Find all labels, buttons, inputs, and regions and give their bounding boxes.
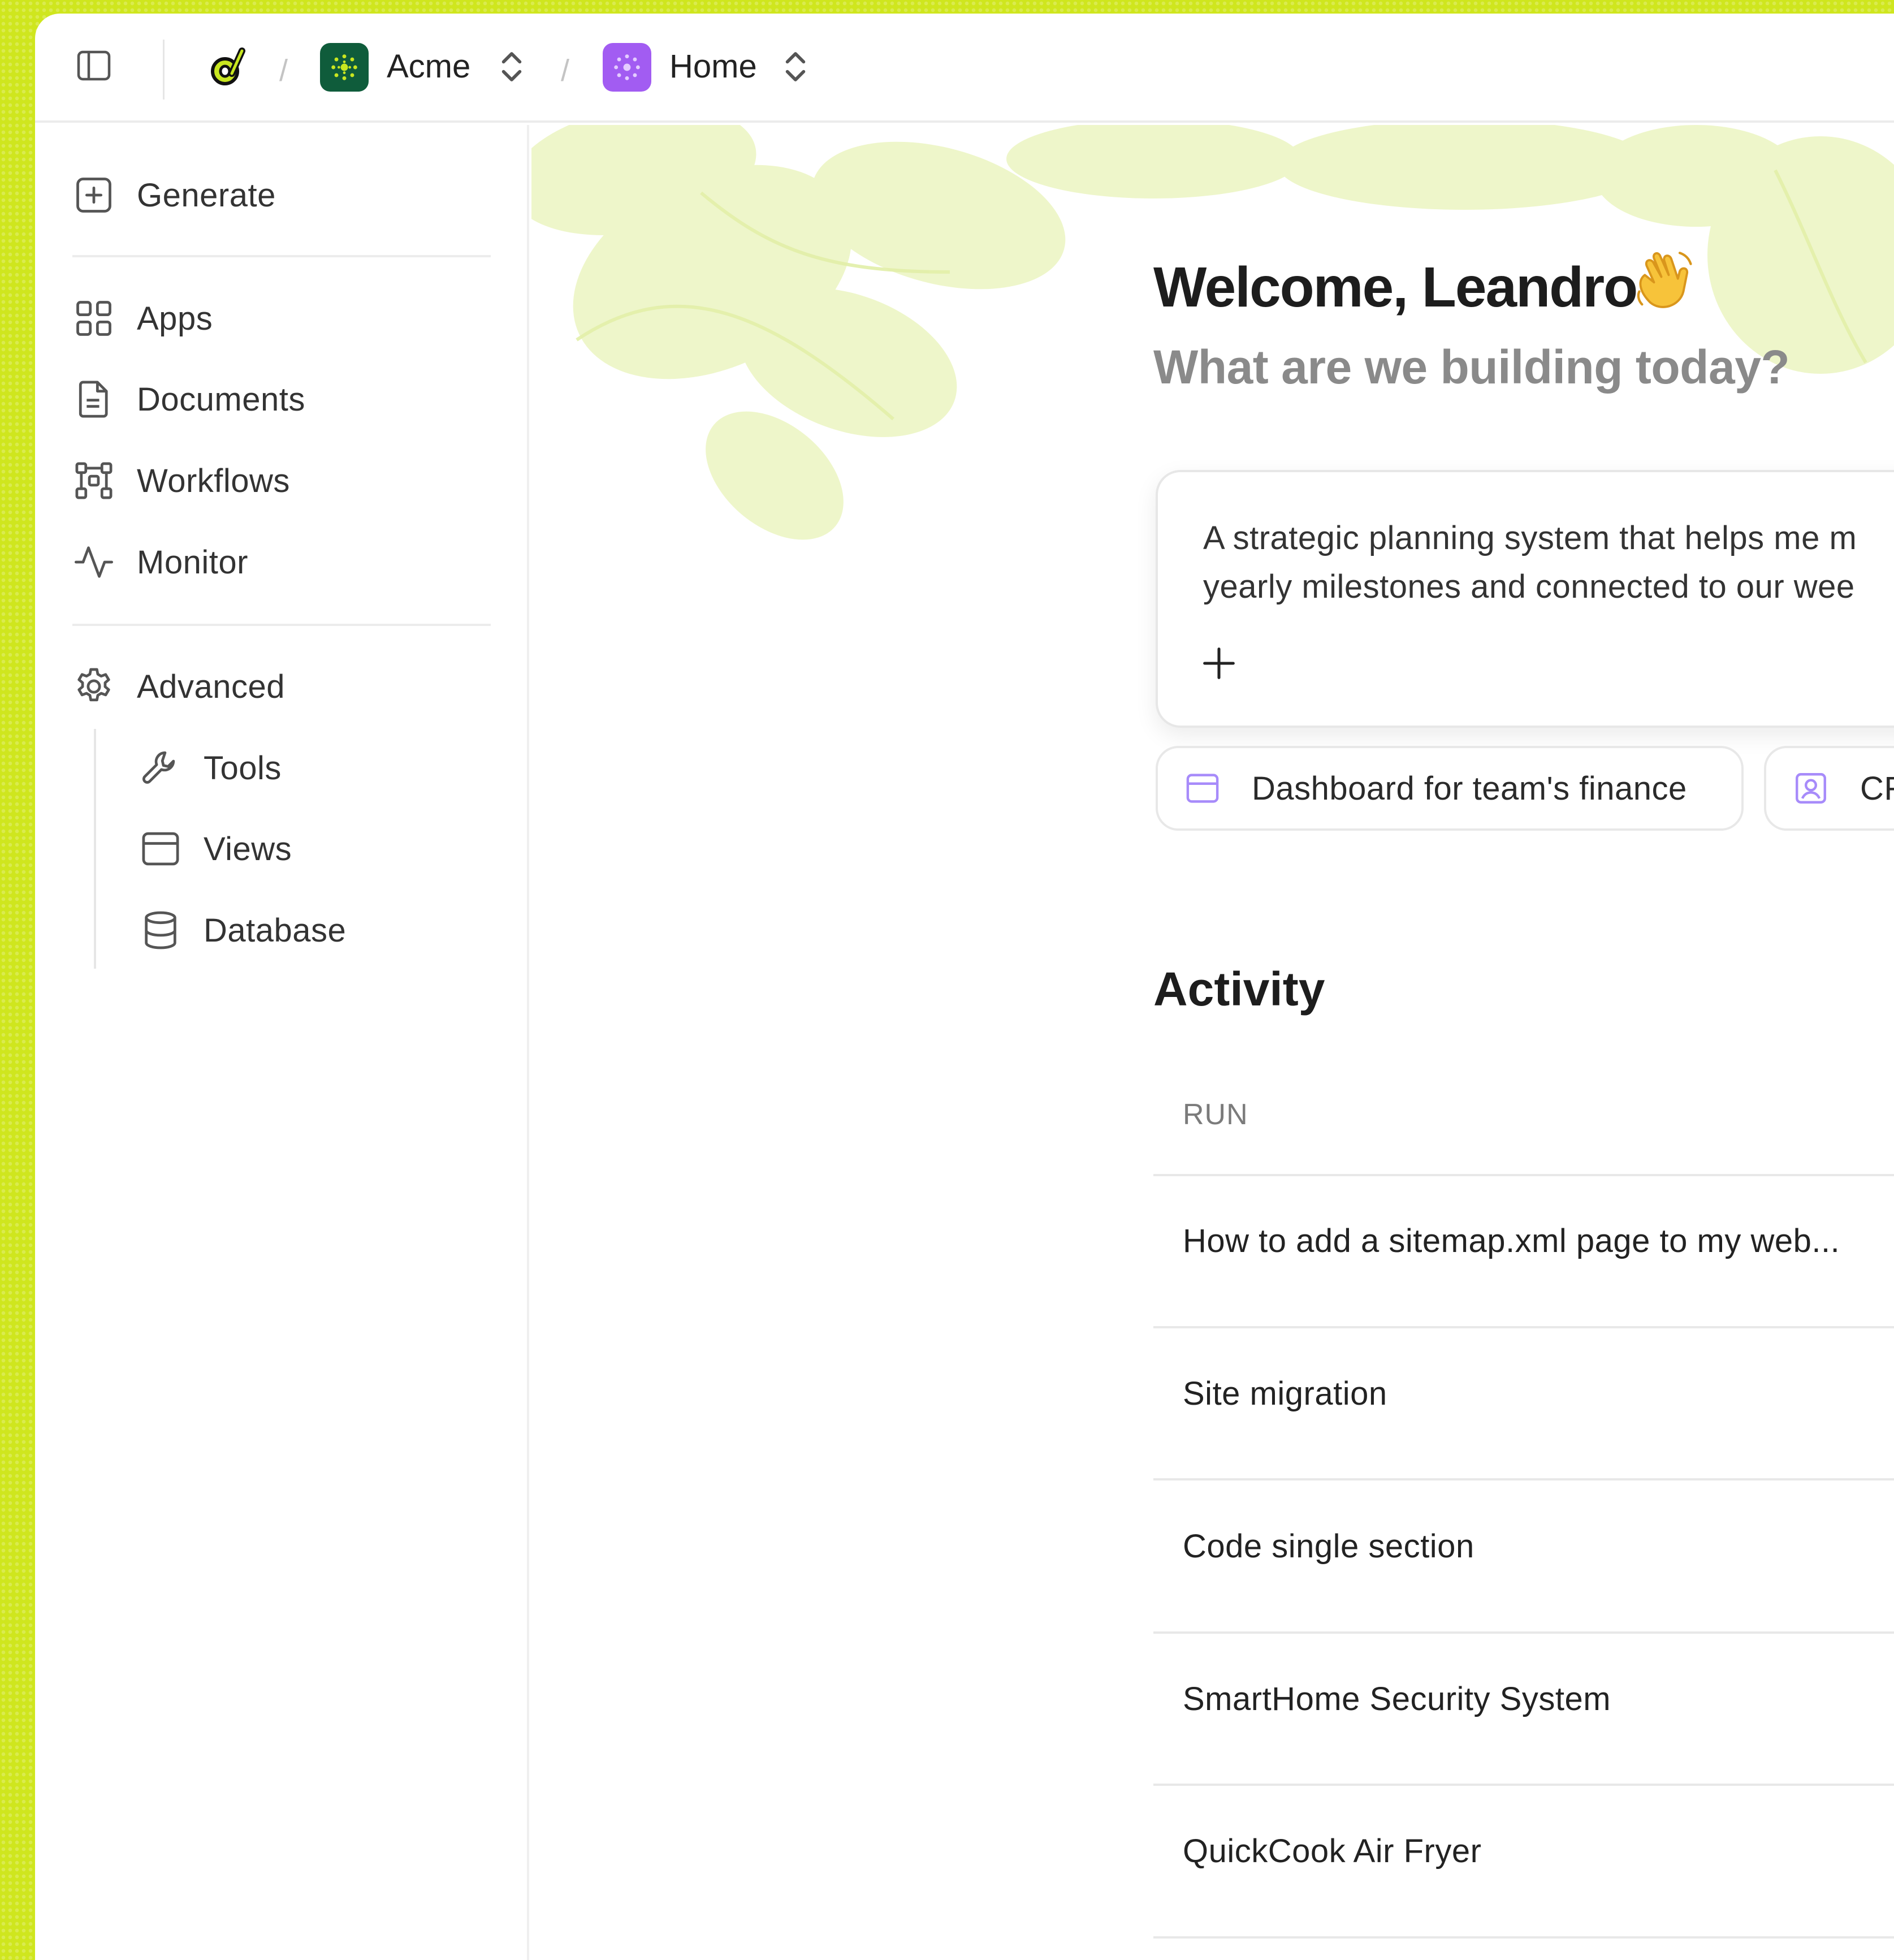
table-row[interactable]: Code single section bbox=[1183, 1527, 1474, 1565]
main-content: Welcome, Leandro What are we building to… bbox=[531, 125, 1894, 1960]
table-row[interactable]: Site migration bbox=[1183, 1375, 1387, 1413]
waving-hand-icon bbox=[1637, 252, 1692, 308]
breadcrumb-separator: / bbox=[561, 54, 570, 88]
suggestion-chip-label: Dashboard for team's finance bbox=[1252, 770, 1687, 807]
sidebar-item-documents[interactable]: Documents bbox=[72, 371, 305, 428]
row-divider bbox=[1153, 1631, 1894, 1634]
sidebar-item-label: Apps bbox=[137, 300, 213, 337]
sidebar-item-label: Generate bbox=[137, 176, 276, 214]
document-icon bbox=[79, 381, 108, 418]
sidebar-item-advanced[interactable]: Advanced bbox=[72, 658, 285, 715]
logo-icon[interactable] bbox=[205, 44, 250, 89]
sidebar-item-monitor[interactable]: Monitor bbox=[72, 534, 248, 590]
sidebar-item-label: Database bbox=[204, 912, 347, 949]
prompt-input-card[interactable]: A strategic planning system that helps m… bbox=[1156, 470, 1894, 728]
workspace-badge-icon[interactable] bbox=[320, 43, 369, 92]
sidebar-item-label: Workflows bbox=[137, 462, 290, 499]
table-row[interactable]: SmartHome Security System bbox=[1183, 1680, 1611, 1718]
column-header-run[interactable]: RUN bbox=[1183, 1098, 1248, 1132]
breadcrumb-separator: / bbox=[279, 54, 288, 88]
activity-heading: Activity bbox=[1153, 962, 1325, 1016]
sidebar-item-workflows[interactable]: Workflows bbox=[72, 452, 290, 509]
project-switch-chevron-icon[interactable] bbox=[782, 49, 808, 85]
sidebar-item-apps[interactable]: Apps bbox=[72, 290, 213, 347]
suggestion-chip-label: CR bbox=[1860, 770, 1894, 807]
app-window: / Acme / Home Generate Apps Documents Wo… bbox=[35, 14, 1894, 1960]
wrench-icon bbox=[142, 751, 175, 784]
window-icon bbox=[1186, 774, 1219, 803]
sidebar-item-generate[interactable]: Generate bbox=[72, 167, 276, 223]
sidebar-item-label: Documents bbox=[137, 381, 305, 418]
topbar-divider bbox=[163, 40, 165, 100]
suggestion-chip-crm[interactable]: CR bbox=[1764, 746, 1894, 831]
sidebar-item-label: Tools bbox=[204, 749, 282, 787]
sidebar-item-label: Views bbox=[204, 830, 292, 867]
sidebar: Generate Apps Documents Workflows Monito… bbox=[35, 125, 529, 1960]
row-divider bbox=[1153, 1784, 1894, 1786]
top-bar: / Acme / Home bbox=[35, 14, 1894, 123]
row-divider bbox=[1153, 1478, 1894, 1480]
sidebar-item-label: Monitor bbox=[137, 543, 248, 581]
workspace-switch-chevron-icon[interactable] bbox=[499, 49, 525, 85]
row-divider bbox=[1153, 1326, 1894, 1328]
row-divider bbox=[1153, 1936, 1894, 1939]
gear-icon bbox=[77, 668, 110, 702]
sidebar-toggle-icon[interactable] bbox=[73, 45, 114, 86]
sidebar-divider bbox=[72, 624, 491, 626]
contact-card-icon bbox=[1796, 773, 1826, 804]
welcome-subtitle: What are we building today? bbox=[1153, 340, 1790, 394]
workspace-name[interactable]: Acme bbox=[387, 48, 470, 85]
window-icon bbox=[142, 832, 179, 866]
table-header-divider bbox=[1153, 1174, 1894, 1176]
welcome-heading: Welcome, Leandro bbox=[1153, 256, 1638, 319]
sidebar-item-label: Advanced bbox=[137, 668, 285, 705]
tree-line bbox=[94, 729, 96, 969]
sidebar-item-tools[interactable]: Tools bbox=[139, 740, 282, 796]
grid-icon bbox=[76, 301, 111, 336]
sidebar-divider bbox=[72, 255, 491, 257]
table-row[interactable]: QuickCook Air Fryer bbox=[1183, 1832, 1481, 1870]
project-name[interactable]: Home bbox=[669, 48, 757, 85]
sidebar-item-views[interactable]: Views bbox=[139, 821, 292, 877]
database-icon bbox=[145, 911, 176, 949]
add-attachment-plus-icon[interactable] bbox=[1197, 642, 1240, 685]
table-row[interactable]: How to add a sitemap.xml page to my web.… bbox=[1183, 1222, 1840, 1260]
prompt-input-text[interactable]: A strategic planning system that helps m… bbox=[1203, 514, 1894, 611]
workflow-icon bbox=[75, 462, 113, 499]
activity-pulse-icon bbox=[74, 546, 114, 578]
suggestion-chip-finance-dashboard[interactable]: Dashboard for team's finance bbox=[1156, 746, 1744, 831]
project-badge-icon[interactable] bbox=[603, 43, 651, 92]
sidebar-item-database[interactable]: Database bbox=[139, 902, 346, 959]
plus-square-icon bbox=[76, 178, 111, 213]
